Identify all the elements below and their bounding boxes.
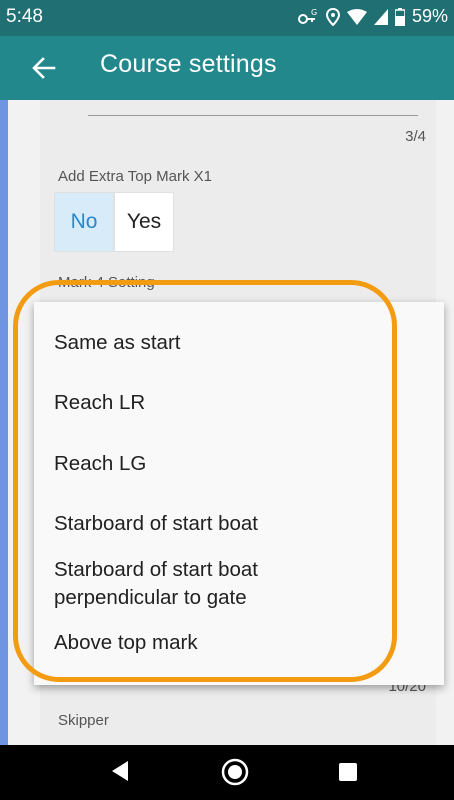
menu-item-same-as-start[interactable]: Same as start (54, 329, 180, 357)
wifi-icon (346, 8, 367, 25)
back-triangle-icon[interactable] (110, 759, 130, 788)
arrow-left-icon[interactable] (30, 54, 58, 82)
status-time: 5:48 (6, 6, 43, 27)
navigation-bar (0, 745, 454, 800)
recents-square-icon[interactable] (338, 762, 358, 787)
page-title: Course settings (100, 50, 277, 78)
menu-item-reach-lr[interactable]: Reach LR (54, 389, 145, 417)
battery-icon (394, 7, 405, 26)
toggle-no-button[interactable]: No (54, 192, 114, 252)
home-circle-icon[interactable] (220, 757, 250, 792)
svg-text:G: G (311, 8, 317, 17)
menu-item-starboard-perpendicular[interactable]: Starboard of start boat perpendicular to… (54, 556, 314, 612)
mark4-setting-label: Mark 4 Setting (58, 274, 155, 291)
field-underline (88, 115, 418, 116)
status-icons: G 59% (297, 6, 448, 27)
extra-top-mark-toggle: No Yes (54, 192, 174, 252)
menu-item-above-top-mark[interactable]: Above top mark (54, 629, 198, 657)
field-counter: 3/4 (405, 128, 426, 145)
mark4-dropdown-menu: Same as start Reach LR Reach LG Starboar… (34, 302, 444, 685)
status-bar: 5:48 G 59% (0, 0, 454, 36)
location-icon (325, 7, 340, 26)
extra-top-mark-label: Add Extra Top Mark X1 (58, 168, 212, 185)
signal-icon (373, 8, 388, 25)
menu-item-starboard-start-boat[interactable]: Starboard of start boat (54, 510, 258, 538)
field-value[interactable]: 100 (88, 100, 121, 103)
battery-percent: 59% (411, 6, 448, 26)
menu-item-reach-lg[interactable]: Reach LG (54, 450, 146, 478)
key-icon: G (297, 8, 319, 26)
app-bar: Course settings (0, 36, 454, 100)
skipper-label: Skipper (58, 712, 109, 729)
toggle-yes-button[interactable]: Yes (114, 192, 174, 252)
